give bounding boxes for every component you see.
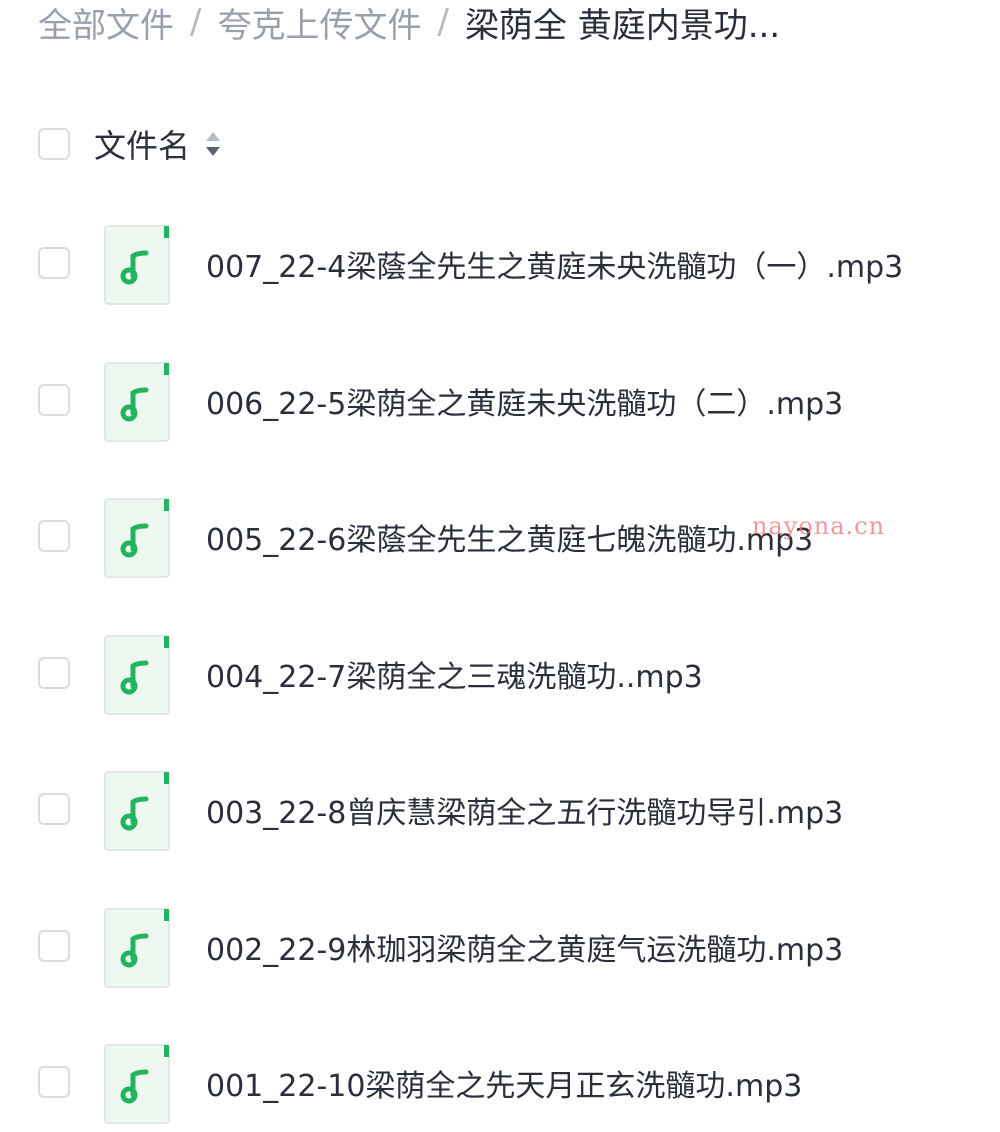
breadcrumb-separator: / xyxy=(190,2,202,42)
breadcrumb-separator: / xyxy=(437,2,449,42)
breadcrumb-quark-uploads[interactable]: 夸克上传文件 xyxy=(217,0,421,47)
file-select-checkbox[interactable] xyxy=(38,929,70,962)
music-file-icon xyxy=(104,361,170,442)
music-file-icon xyxy=(104,771,170,852)
file-select-checkbox[interactable] xyxy=(38,383,70,416)
file-select-checkbox[interactable] xyxy=(38,520,70,553)
file-name[interactable]: 007_22-4梁蔭全先生之黄庭未央洗髓功（一）.mp3 xyxy=(206,242,903,286)
file-name[interactable]: 002_22-9林珈羽梁荫全之黄庭气运洗髓功.mp3 xyxy=(206,925,843,969)
file-row[interactable]: 005_22-6梁蔭全先生之黄庭七魄洗髓功.mp3 xyxy=(38,473,978,610)
file-browser: 全部文件 / 夸克上传文件 / 梁荫全 黄庭内景功... 文件名 007_22-… xyxy=(0,0,1000,1132)
music-file-icon xyxy=(104,634,170,715)
list-header: 文件名 xyxy=(38,122,222,166)
file-name[interactable]: 005_22-6梁蔭全先生之黄庭七魄洗髓功.mp3 xyxy=(206,515,813,559)
breadcrumb-current-folder: 梁荫全 黄庭内景功... xyxy=(464,5,781,46)
music-file-icon xyxy=(104,225,170,306)
file-row[interactable]: 006_22-5梁荫全之黄庭未央洗髓功（二）.mp3 xyxy=(38,337,978,474)
file-row[interactable]: 001_22-10梁荫全之先天月正玄洗髓功.mp3 xyxy=(38,1019,978,1132)
filename-column-header[interactable]: 文件名 xyxy=(94,121,190,167)
file-select-checkbox[interactable] xyxy=(38,793,70,826)
music-file-icon xyxy=(104,1044,170,1125)
file-row[interactable]: 003_22-8曾庆慧梁荫全之五行洗髓功导引.mp3 xyxy=(38,746,978,883)
file-row[interactable]: 002_22-9林珈羽梁荫全之黄庭气运洗髓功.mp3 xyxy=(38,883,978,1020)
file-select-checkbox[interactable] xyxy=(38,247,70,280)
file-row[interactable]: 007_22-4梁蔭全先生之黄庭未央洗髓功（一）.mp3 xyxy=(38,200,978,337)
file-select-checkbox[interactable] xyxy=(38,656,70,689)
breadcrumb-all-files[interactable]: 全部文件 xyxy=(38,0,174,47)
select-all-checkbox[interactable] xyxy=(38,128,70,160)
sort-icon[interactable] xyxy=(204,129,222,159)
music-file-icon xyxy=(104,498,170,579)
file-name[interactable]: 004_22-7梁荫全之三魂洗髓功..mp3 xyxy=(206,652,703,696)
file-name[interactable]: 001_22-10梁荫全之先天月正玄洗髓功.mp3 xyxy=(206,1061,802,1105)
file-row[interactable]: 004_22-7梁荫全之三魂洗髓功..mp3 xyxy=(38,610,978,747)
file-list: 007_22-4梁蔭全先生之黄庭未央洗髓功（一）.mp3 006_22-5梁荫全之… xyxy=(38,200,978,1132)
breadcrumb: 全部文件 / 夸克上传文件 / 梁荫全 黄庭内景功... xyxy=(38,0,781,47)
file-name[interactable]: 003_22-8曾庆慧梁荫全之五行洗髓功导引.mp3 xyxy=(206,788,843,832)
file-select-checkbox[interactable] xyxy=(38,1066,70,1099)
file-name[interactable]: 006_22-5梁荫全之黄庭未央洗髓功（二）.mp3 xyxy=(206,379,843,423)
music-file-icon xyxy=(104,907,170,988)
